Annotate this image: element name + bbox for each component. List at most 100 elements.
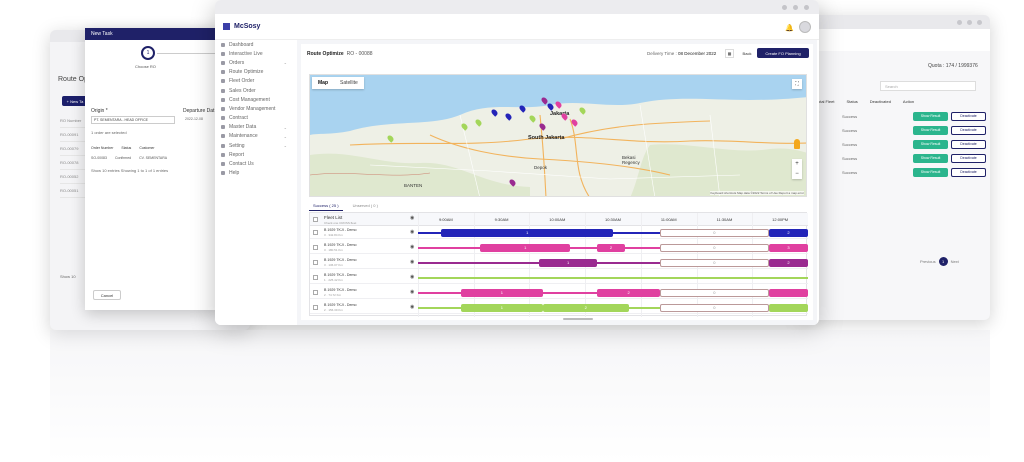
sidebar-item[interactable]: Orders ⌄ — [215, 58, 295, 67]
trip-segment[interactable]: 2 — [597, 288, 660, 297]
row-checkbox[interactable] — [313, 260, 318, 265]
new-task-modal: New Task 1 Choose RO Origin * PT. SEMENT… — [85, 28, 220, 310]
trip-segment[interactable]: 1 — [460, 303, 543, 312]
sidebar-item[interactable]: Maintenance ⌄ — [215, 132, 295, 141]
page-size-select[interactable]: Show 10 — [60, 274, 76, 279]
cancel-button[interactable]: Cancel — [93, 290, 121, 300]
trip-segment[interactable]: 1 — [538, 258, 598, 267]
row-checkbox[interactable] — [313, 275, 318, 280]
eye-icon[interactable]: ◉ — [410, 259, 414, 265]
current-page[interactable]: 1 — [938, 257, 948, 266]
deactivate-button[interactable]: Deactivate — [951, 125, 986, 135]
select-all-checkbox[interactable] — [313, 217, 318, 222]
fleet-row[interactable]: B 1929 TKJI - Demo 3 · 342.84 Km ◉ 1 0 2 — [310, 226, 808, 239]
eye-icon[interactable]: ◉ — [410, 244, 414, 250]
row-checkbox[interactable] — [313, 230, 318, 235]
row-checkbox[interactable] — [313, 305, 318, 310]
sidebar-item[interactable]: Sales Order — [215, 86, 295, 95]
route-connector — [418, 246, 481, 249]
search-input[interactable]: Search — [880, 81, 976, 91]
status-text: Success — [842, 169, 858, 175]
avatar[interactable] — [799, 21, 811, 33]
deactivate-button[interactable]: Deactivate — [951, 111, 986, 121]
eye-icon[interactable]: ◉ — [410, 304, 414, 310]
sidebar-item[interactable]: Help — [215, 169, 295, 178]
next-page-button[interactable]: Next — [951, 259, 959, 264]
departure-date-field[interactable]: 2022-12-08 — [185, 117, 203, 121]
deactivate-button[interactable]: Deactivate — [951, 167, 986, 177]
horizontal-scrollbar[interactable] — [563, 318, 593, 320]
sidebar-item[interactable]: Vendor Management — [215, 104, 295, 113]
sidebar-item[interactable]: Contact Us — [215, 159, 295, 168]
previous-page-button[interactable]: Previous — [920, 259, 936, 264]
sidebar-item[interactable]: Dashboard — [215, 40, 295, 49]
sidebar-item-label: Fleet Order — [229, 78, 255, 85]
sidebar-item[interactable]: Master Data ⌄ — [215, 123, 295, 132]
fleet-row[interactable]: B 1929 TKJI - Demo 3 · 180.51 Km ◉ 1 2 0 3 — [310, 241, 808, 254]
menu-icon[interactable] — [223, 23, 230, 30]
app-header — [800, 29, 990, 51]
route-map[interactable]: Map Satellite ⛶ + − Jakarta South Jakart… — [309, 74, 807, 197]
trip-segment[interactable]: 2 — [769, 258, 808, 267]
row-checkbox[interactable] — [313, 290, 318, 295]
trip-segment[interactable] — [769, 288, 808, 297]
trip-segment[interactable]: 3 — [769, 243, 808, 252]
back-button[interactable]: Back — [739, 49, 755, 58]
row-checkbox[interactable] — [313, 245, 318, 250]
origin-select[interactable]: PT. SEMENTARA - HEAD OFFICE — [91, 116, 175, 124]
tab-map[interactable]: Map — [312, 77, 334, 89]
sidebar-item[interactable]: Setting ⌄ — [215, 141, 295, 150]
trip-segment[interactable]: 1 — [460, 288, 543, 297]
street-view-icon[interactable] — [794, 139, 800, 149]
idle-segment[interactable]: 0 — [659, 258, 769, 267]
eye-icon[interactable]: ◉ — [410, 215, 414, 221]
idle-segment[interactable]: 0 — [659, 243, 769, 252]
sidebar-item[interactable]: Cost Management — [215, 95, 295, 104]
table-row[interactable]: SO-00083 Confirmed CV. SEMENTARA — [91, 156, 219, 160]
trip-segment[interactable]: 2 — [542, 303, 629, 312]
tab-success[interactable]: Success ( 25 ) — [309, 201, 343, 211]
fleet-row[interactable]: B 1929 TKJI - Demo 1 · 225.42 Km ◉ — [310, 271, 808, 284]
show-result-button[interactable]: Show Result — [913, 111, 948, 121]
eye-icon[interactable]: ◉ — [410, 274, 414, 280]
trip-segment[interactable]: 2 — [597, 243, 625, 252]
idle-segment[interactable]: 0 — [659, 303, 769, 312]
bell-icon[interactable]: 🔔 — [785, 24, 794, 32]
show-result-button[interactable]: Show Result — [913, 139, 948, 149]
route-connector — [628, 306, 660, 309]
route-connector — [597, 261, 660, 264]
idle-segment[interactable]: 0 — [659, 228, 769, 237]
fullscreen-icon[interactable]: ⛶ — [792, 79, 802, 89]
show-result-button[interactable]: Show Result — [913, 167, 948, 177]
tab-unserved[interactable]: Unserved ( 0 ) — [349, 201, 382, 211]
fleet-row[interactable]: B 1929 TKJI - Demo 2 · 74.72 Km ◉ 1 2 0 — [310, 286, 808, 299]
tab-satellite[interactable]: Satellite — [334, 77, 364, 89]
sidebar-item[interactable]: Interactive Live — [215, 49, 295, 58]
zoom-in-icon[interactable]: + — [795, 161, 799, 167]
sidebar-item-label: Route Optimize — [229, 69, 264, 76]
trip-segment[interactable]: 1 — [441, 228, 613, 237]
time-tick-label: 10:30AM — [604, 217, 622, 222]
sidebar-item[interactable]: Route Optimize — [215, 68, 295, 77]
deactivate-button[interactable]: Deactivate — [951, 153, 986, 163]
fleet-list-label: Fleet List — [324, 215, 343, 220]
trip-segment[interactable]: 2 — [769, 228, 808, 237]
eye-icon[interactable]: ◉ — [410, 289, 414, 295]
sidebar-item[interactable]: Contract — [215, 114, 295, 123]
trip-segment[interactable]: 1 — [480, 243, 571, 252]
calendar-icon[interactable]: ▦ — [725, 49, 734, 58]
show-result-button[interactable]: Show Result — [913, 125, 948, 135]
create-fo-planning-button[interactable]: Create FO Planning — [757, 48, 809, 58]
zoom-out-icon[interactable]: − — [795, 171, 799, 177]
show-result-button[interactable]: Show Result — [913, 153, 948, 163]
sidebar-item[interactable]: Report — [215, 150, 295, 159]
trip-segment[interactable] — [769, 303, 808, 312]
idle-segment[interactable]: 0 — [659, 288, 769, 297]
sidebar-item[interactable]: Fleet Order — [215, 77, 295, 86]
eye-icon[interactable]: ◉ — [410, 229, 414, 235]
deactivate-button[interactable]: Deactivate — [951, 139, 986, 149]
fleet-row[interactable]: B 1929 TKJI - Demo 2 · 156.39 Km ◉ 1 2 0 — [310, 301, 808, 314]
fleet-row[interactable]: B 1929 TKJI - Demo 3 · 136.07 Km ◉ 1 0 2 — [310, 256, 808, 269]
order-number: SO-00083 — [91, 156, 107, 160]
fleet-list-subtitle: Check one CROSS fleet — [324, 220, 357, 225]
